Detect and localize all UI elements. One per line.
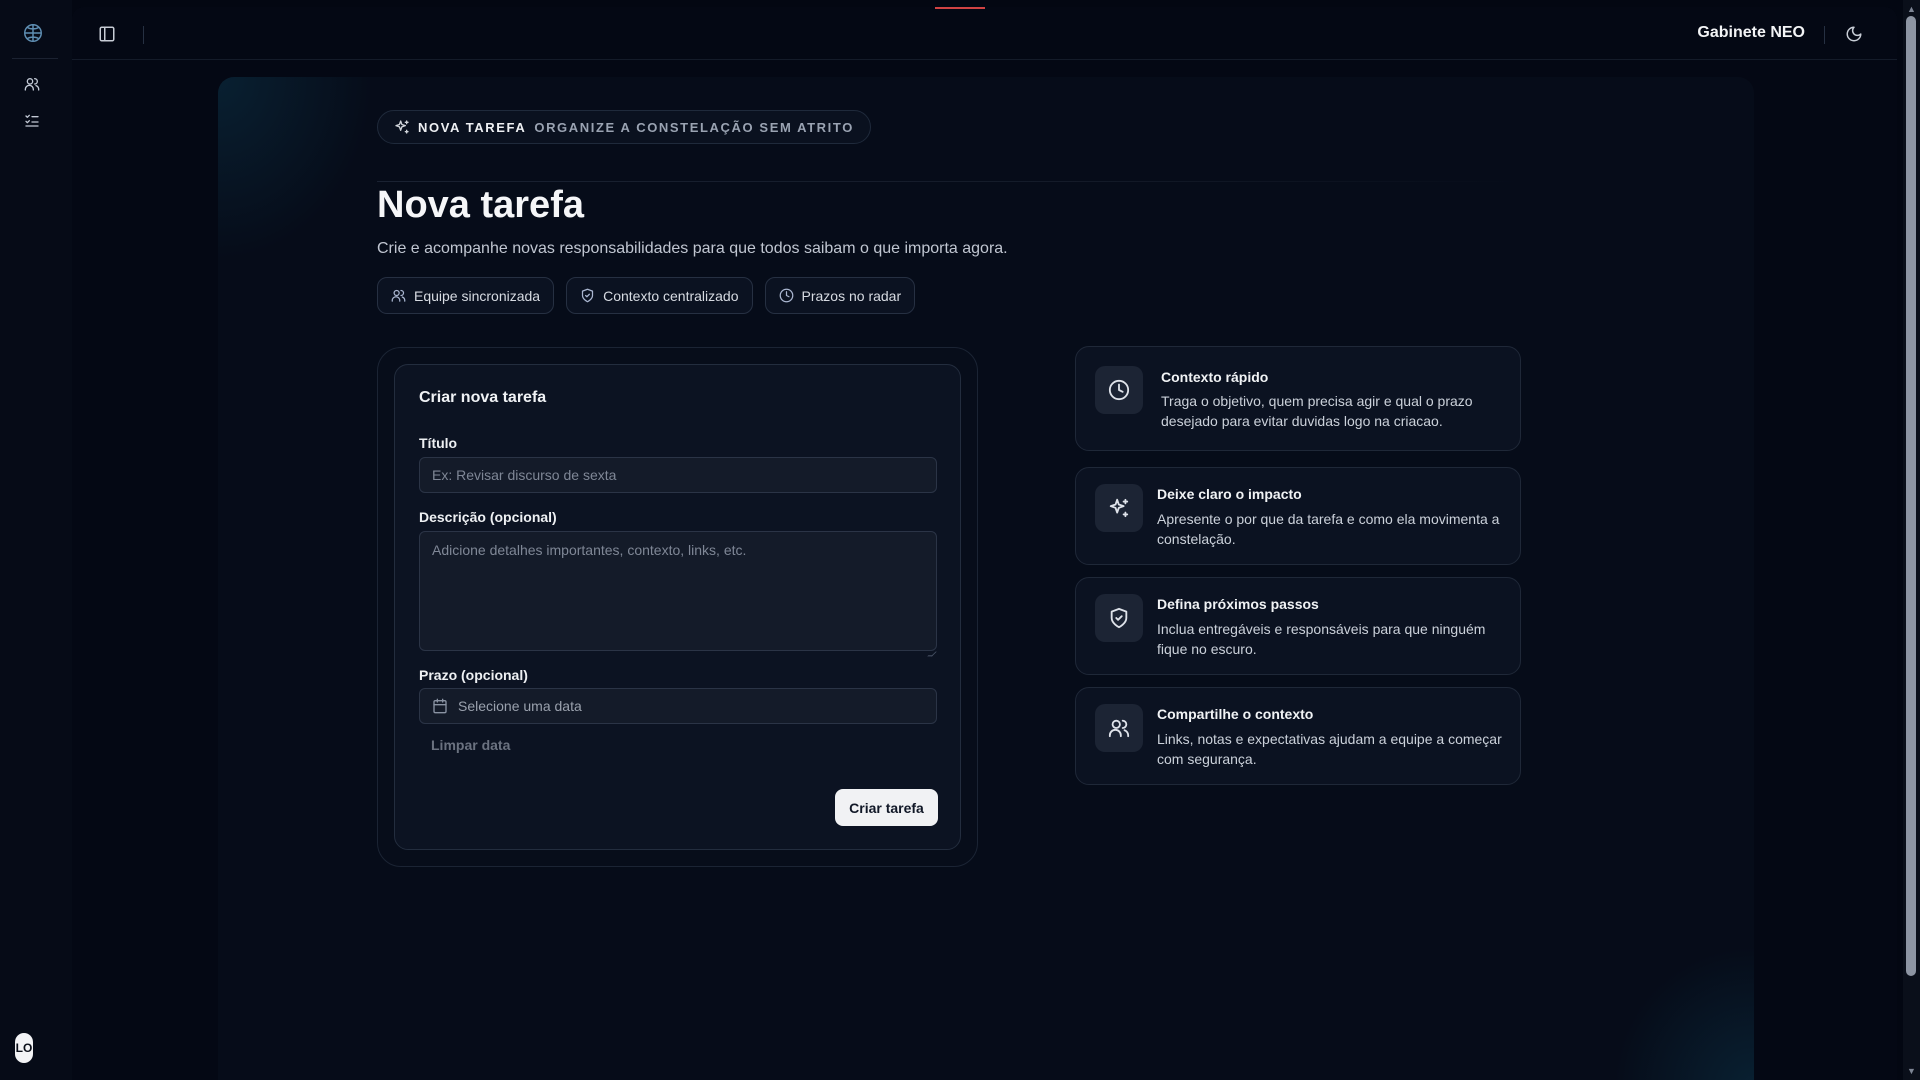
- calendar-icon: [433, 698, 447, 714]
- chip-label: Prazos no radar: [801, 287, 902, 304]
- tip-icon-box: [1095, 594, 1143, 642]
- clock-icon: [1108, 379, 1130, 401]
- form-title: Criar nova tarefa: [419, 389, 547, 406]
- shield-check-icon: [1110, 607, 1128, 629]
- page-subtitle: Crie e acompanhe novas responsabilidades…: [377, 240, 1008, 257]
- tip-card-quick-context: Contexto rápido Traga o objetivo, quem p…: [1075, 346, 1521, 451]
- users-icon: [1108, 719, 1130, 738]
- tip-icon-box: [1095, 484, 1143, 532]
- section-pill: NOVA TAREFA ORGANIZE A CONSTELAÇÃO SEM A…: [377, 110, 871, 144]
- page-title: Nova tarefa: [377, 184, 584, 226]
- user-avatar[interactable]: LO: [15, 1033, 33, 1063]
- sparkles-icon: [1109, 498, 1129, 518]
- pill-title: NOVA TAREFA: [418, 119, 527, 135]
- deadline-label: Prazo (opcional): [419, 667, 528, 683]
- tip-title: Compartilhe o contexto: [1157, 706, 1314, 722]
- top-bar: Gabinete NEO: [72, 7, 1897, 60]
- rail-tasks-button[interactable]: [20, 108, 44, 132]
- pill-subtitle: ORGANIZE A CONSTELAÇÃO SEM ATRITO: [534, 119, 854, 135]
- sidebar-toggle-button[interactable]: [98, 25, 116, 43]
- panel-left-icon: [99, 26, 115, 42]
- feature-chips: Equipe sincronizada Contexto centralizad…: [377, 277, 916, 314]
- chip-label: Equipe sincronizada: [414, 287, 541, 304]
- deadline-date-picker[interactable]: Selecione uma data: [419, 688, 937, 724]
- topbar-divider: [143, 26, 144, 44]
- chip-context-centralized: Contexto centralizado: [566, 277, 753, 314]
- shield-check-icon: [581, 288, 594, 303]
- tip-title: Defina próximos passos: [1157, 596, 1319, 612]
- tip-title: Deixe claro o impacto: [1157, 486, 1302, 502]
- chip-deadlines-radar: Prazos no radar: [764, 277, 916, 314]
- moon-icon: [1846, 26, 1862, 42]
- create-task-button[interactable]: Criar tarefa: [835, 789, 938, 826]
- tip-body: Traga o objetivo, quem precisa agir e qu…: [1161, 393, 1473, 429]
- workspace-name: Gabinete NEO: [1697, 24, 1805, 41]
- sparkles-icon: [395, 120, 409, 134]
- scrollbar-thumb[interactable]: [1906, 16, 1916, 976]
- list-checks-icon: [25, 114, 39, 127]
- app-rail: LO: [0, 0, 72, 1080]
- title-label: Título: [419, 435, 458, 451]
- clear-date-button[interactable]: Limpar data: [431, 737, 510, 753]
- textarea-resize-handle[interactable]: [927, 651, 937, 657]
- rail-users-button[interactable]: [20, 72, 44, 96]
- theme-toggle-button[interactable]: [1845, 25, 1863, 43]
- brain-logo-icon[interactable]: [22, 22, 44, 44]
- loading-indicator: [935, 7, 985, 9]
- tip-body: Links, notas e expectativas ajudam a equ…: [1157, 731, 1502, 767]
- tip-body: Inclua entregáveis e responsáveis para q…: [1157, 621, 1486, 657]
- tip-icon-box: [1095, 704, 1143, 752]
- rail-divider: [12, 58, 58, 59]
- tip-title: Contexto rápido: [1161, 369, 1269, 385]
- topbar-divider-right: [1824, 26, 1825, 44]
- description-textarea[interactable]: [419, 531, 937, 651]
- users-icon: [24, 78, 40, 91]
- app-frame: Gabinete NEO: [72, 7, 1897, 1080]
- form-card-outer: Criar nova tarefa Título Descrição (opci…: [377, 347, 978, 867]
- tip-body: Apresente o por que da tarefa e como ela…: [1157, 511, 1500, 547]
- new-task-form: Criar nova tarefa Título Descrição (opci…: [394, 364, 961, 850]
- deadline-placeholder: Selecione uma data: [458, 698, 582, 714]
- chip-label: Contexto centralizado: [603, 287, 739, 304]
- description-label: Descrição (opcional): [419, 509, 557, 525]
- users-icon: [391, 289, 406, 302]
- chip-team-synced: Equipe sincronizada: [377, 277, 555, 314]
- scroll-up-arrow-icon[interactable]: ▲: [1906, 4, 1917, 14]
- tip-card-next-steps: Defina próximos passos Inclua entregávei…: [1075, 577, 1521, 675]
- title-input[interactable]: [419, 457, 937, 493]
- scroll-down-arrow-icon[interactable]: ▼: [1906, 1066, 1917, 1076]
- header-divider: [377, 181, 1521, 182]
- clock-icon: [779, 288, 793, 303]
- tip-card-impact: Deixe claro o impacto Apresente o por qu…: [1075, 467, 1521, 565]
- tip-icon-box: [1095, 366, 1143, 414]
- tip-card-share-context: Compartilhe o contexto Links, notas e ex…: [1075, 687, 1521, 785]
